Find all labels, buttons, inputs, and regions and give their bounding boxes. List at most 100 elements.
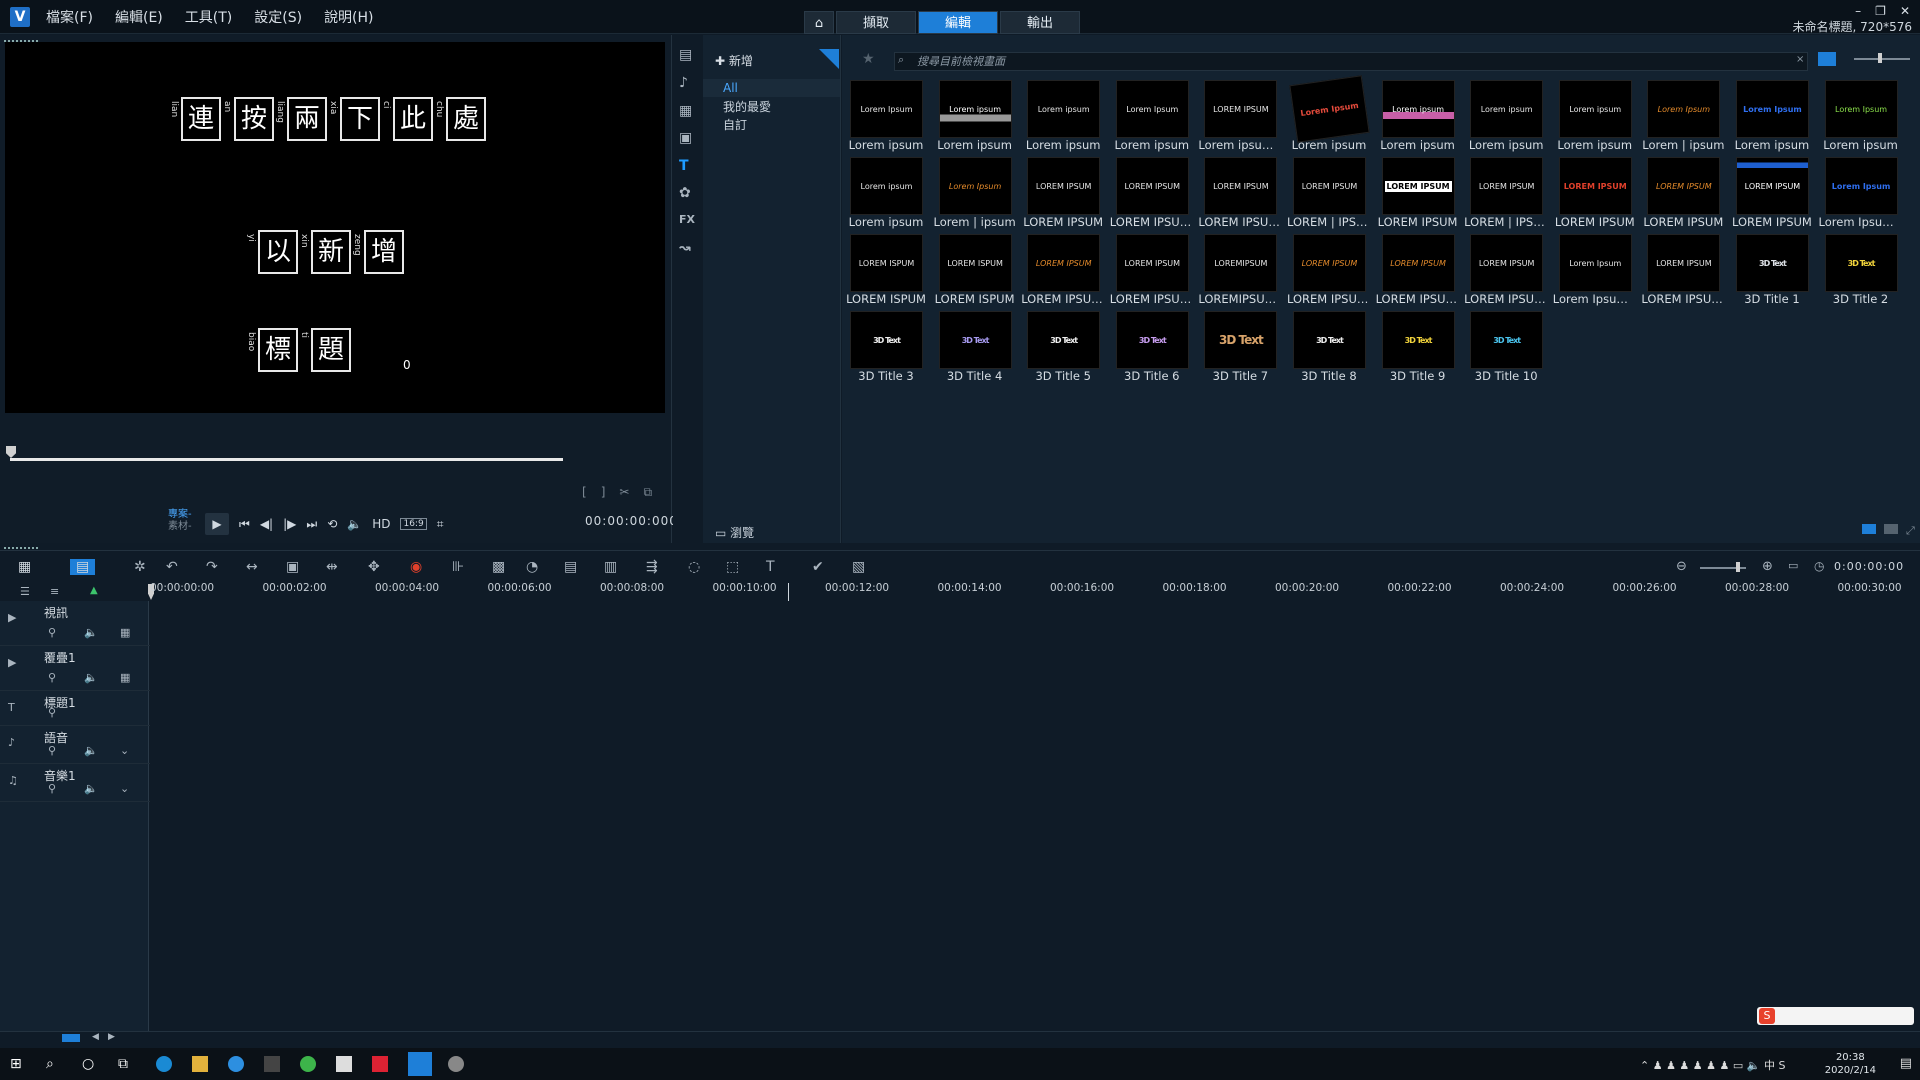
category-all[interactable]: All — [723, 81, 738, 95]
aspect-ratio-button[interactable]: 16:9 — [400, 518, 427, 530]
maximize-button[interactable]: ❐ — [1875, 4, 1886, 18]
scrubber-track[interactable] — [10, 458, 563, 461]
title-template[interactable]: 3D Text 3D Title 1 — [1734, 234, 1823, 309]
preview-screen[interactable]: 連 lian 按 an 兩 liang 下 xia 此 ci 處 chu 以 yi 新 xin 增 zeng 標 bi… — [5, 42, 665, 413]
title-template[interactable]: LOREMIPSUM LOREMIPSUM |... — [1198, 234, 1291, 309]
mark-out-icon[interactable]: ] — [601, 485, 606, 500]
browse-button[interactable]: ▭ 瀏覽 — [715, 524, 754, 541]
title-template[interactable]: LOREM IPSUM LOREM IPSUM — [1378, 157, 1469, 232]
task-view-icon[interactable]: ⧉ — [118, 1056, 134, 1072]
title-template[interactable]: Lorem ipsum Lorem ipsum — [848, 157, 937, 232]
title-template[interactable]: Lorem Ipsum Lorem ipsum — [1289, 75, 1380, 155]
title-template[interactable]: 3D Text 3D Title 6 — [1114, 311, 1203, 386]
edge-icon[interactable] — [156, 1056, 172, 1072]
menu-settings[interactable]: 設定(S) — [254, 7, 302, 27]
title-template[interactable]: LOREM IPSUM LOREM IPSUM |... — [1287, 234, 1380, 309]
title-template[interactable]: LOREM IPSUM LOREM IPSUM |... — [1198, 157, 1291, 232]
hd-toggle[interactable]: HD — [372, 517, 390, 531]
timeline-timecode[interactable]: 0:00:00:00 — [1834, 559, 1914, 575]
play-button[interactable]: ▶ — [205, 513, 229, 535]
search-input[interactable]: 搜尋目前檢視畫面 — [894, 52, 1808, 71]
title-template[interactable]: LOREM IPSUM LOREM IPSUM |... — [1376, 234, 1469, 309]
close-button[interactable]: ✕ — [1900, 4, 1910, 18]
minimize-button[interactable]: – — [1855, 4, 1861, 18]
app-icon-2[interactable] — [300, 1056, 316, 1072]
tab-capture[interactable]: 擷取 — [836, 11, 916, 34]
menu-tools[interactable]: 工具(T) — [185, 7, 232, 27]
graphic-icon[interactable]: ▣ — [679, 130, 692, 146]
title-template[interactable]: Lorem Ipsum Lorem ipsum — [1114, 80, 1203, 155]
title-template[interactable]: 3D Text 3D Title 4 — [937, 311, 1026, 386]
music-icon[interactable]: ♪ — [679, 75, 688, 91]
title-template[interactable]: 3D Text 3D Title 7 — [1202, 311, 1291, 386]
timeline-scrollbar[interactable]: ◀ ▶ — [0, 1031, 1920, 1048]
file-explorer-icon[interactable] — [192, 1056, 208, 1072]
title-template[interactable]: Lorem ipsum Lorem ipsum — [1380, 80, 1469, 155]
title-template[interactable]: Lorem Ipsum Lorem | ipsum — [1642, 80, 1734, 155]
title-template[interactable]: LOREM IPSUM LOREM IPSUM |... — [1641, 234, 1734, 309]
title-template[interactable]: 3D Text 3D Title 3 — [848, 311, 937, 386]
thumb-size-slider[interactable] — [1854, 58, 1910, 60]
preview-timecode[interactable]: 00:00:00:000 — [585, 514, 678, 528]
timeline-view-icon[interactable]: ▤ — [70, 559, 96, 575]
fit-project-icon[interactable]: ▭ — [1788, 559, 1798, 572]
list-view-icon[interactable] — [1818, 52, 1836, 66]
split-screen-icon[interactable]: ▥ — [604, 559, 617, 575]
multicam-icon[interactable]: ▩ — [492, 559, 505, 575]
track-lock-icon[interactable]: ⚲ — [48, 782, 56, 795]
notification-icon[interactable]: ▤ — [1900, 1056, 1912, 1071]
next-frame-icon[interactable]: |▶ — [283, 517, 296, 531]
track-mute-icon[interactable]: 🔈 — [84, 671, 98, 684]
track-mute-icon[interactable]: 🔈 — [84, 744, 98, 757]
timeline-tracks[interactable] — [150, 601, 1902, 1031]
videostudio-taskbar-icon[interactable] — [408, 1052, 432, 1076]
export-icon[interactable]: ▧ — [852, 559, 865, 575]
fx-label[interactable]: FX — [679, 213, 695, 226]
crop-tool-icon[interactable]: ⬚ — [726, 559, 739, 575]
track-mute-icon[interactable]: 🔈 — [84, 626, 98, 639]
pan-icon[interactable]: ✥ — [368, 559, 380, 575]
favorite-star-icon[interactable]: ★ — [862, 51, 875, 67]
track-mute-icon[interactable]: 🔈 — [84, 782, 98, 795]
storyboard-view-icon[interactable]: ▦ — [18, 559, 31, 575]
title-template[interactable]: Lorem ipsum Lorem ipsum — [937, 80, 1026, 155]
transition-icon[interactable]: ▦ — [679, 103, 692, 119]
app-icon-1[interactable] — [264, 1056, 280, 1072]
timeline-grip[interactable] — [4, 547, 38, 549]
scroll-left-icon[interactable]: ◀ — [92, 1032, 99, 1042]
track-manager-icon[interactable]: ☰ — [20, 585, 30, 598]
track-lock-icon[interactable]: ⚲ — [48, 626, 56, 639]
zoom-handle[interactable] — [1736, 562, 1740, 572]
repeat-icon[interactable]: ⟲ — [327, 517, 337, 531]
clear-search-icon[interactable]: × — [1796, 54, 1804, 65]
title-template[interactable]: Lorem Ipsum Lorem ipsum — [1734, 80, 1823, 155]
record-icon[interactable]: ▣ — [286, 559, 299, 575]
title-tool-icon[interactable]: T — [766, 559, 775, 575]
mark-in-icon[interactable]: [ — [582, 485, 587, 500]
app-icon-5[interactable] — [448, 1056, 464, 1072]
zoom-out-icon[interactable]: ⊖ — [1676, 559, 1687, 574]
track-expand-icon[interactable]: ⌄ — [120, 744, 129, 757]
detail-view-icon[interactable] — [1884, 524, 1898, 534]
category-favorites[interactable]: 我的最愛 — [723, 98, 771, 115]
go-end-icon[interactable]: ⏭ — [306, 517, 317, 532]
mask-icon[interactable]: ◌ — [688, 559, 700, 575]
redo-icon[interactable]: ↷ — [206, 559, 218, 575]
title-template[interactable]: LOREM IPSUM LOREM IPSUM — [1555, 157, 1646, 232]
thumbnail-view-icon[interactable] — [1862, 524, 1876, 534]
track-lock-icon[interactable]: ⚲ — [48, 671, 56, 684]
title-template[interactable]: Lorem Ipsum Lorem ipsum — [848, 80, 937, 155]
enlarge-icon[interactable]: ⧉ — [643, 485, 652, 500]
title-template[interactable]: LOREM ISPUM LOREM ISPUM — [935, 234, 1026, 309]
title-template[interactable]: LOREM IPSUM LOREM IPSUM |... — [1021, 234, 1114, 309]
zoom-in-icon[interactable]: ⊕ — [1762, 559, 1773, 574]
expand-icon[interactable]: ⤢ — [1906, 524, 1915, 538]
ripple-edit-icon[interactable]: ▲ — [90, 585, 98, 596]
track-expand-icon[interactable]: ⌄ — [120, 782, 129, 795]
title-template[interactable]: 3D Text 3D Title 10 — [1468, 311, 1557, 386]
undo-icon[interactable]: ↶ — [166, 559, 178, 575]
tray-icons[interactable]: ⌃ ♟ ♟ ♟ ♟ ♟ ♟ ▭ 🔈 中 S — [1640, 1057, 1785, 1073]
color-icon[interactable]: ◉ — [410, 559, 422, 575]
prev-frame-icon[interactable]: ◀| — [260, 517, 273, 531]
add-category-button[interactable]: ✚ 新增 — [715, 52, 753, 69]
